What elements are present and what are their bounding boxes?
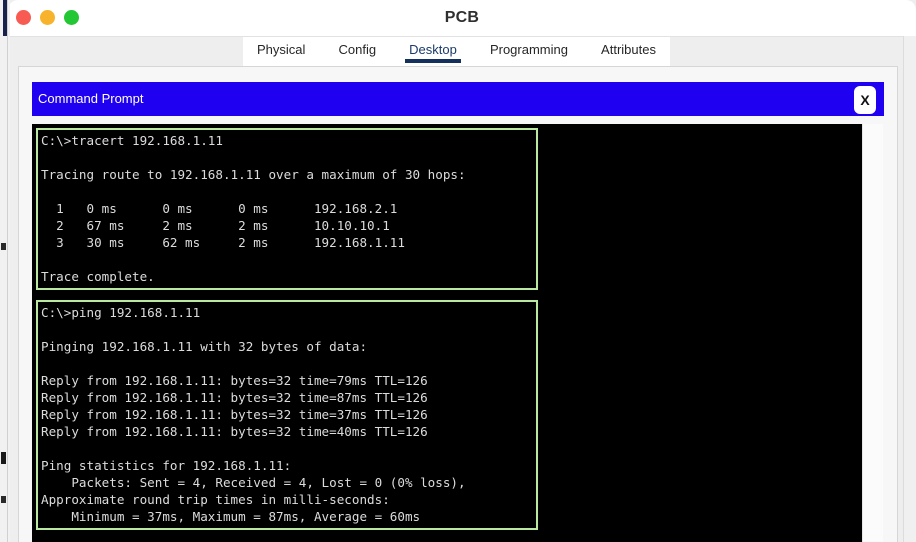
tab-config[interactable]: Config bbox=[333, 36, 383, 59]
tab-programming[interactable]: Programming bbox=[484, 36, 574, 59]
command-prompt-terminal[interactable]: C:\>tracert 192.168.1.11 Tracing route t… bbox=[32, 124, 862, 542]
tabbar: Physical Config Desktop Programming Attr… bbox=[8, 36, 916, 66]
tracert-output-block: C:\>tracert 192.168.1.11 Tracing route t… bbox=[36, 128, 538, 290]
command-prompt-titlebar: Command Prompt X bbox=[32, 82, 884, 116]
tab-physical[interactable]: Physical bbox=[251, 36, 311, 59]
close-icon[interactable]: X bbox=[854, 86, 876, 114]
tab-programming-label: Programming bbox=[489, 42, 568, 57]
application-window: PCB Physical Config Desktop Programming … bbox=[0, 0, 916, 542]
active-tab-indicator bbox=[405, 59, 461, 63]
edge-divider bbox=[7, 0, 8, 542]
edge-mark-1 bbox=[1, 243, 6, 250]
device-tabs: Physical Config Desktop Programming Attr… bbox=[243, 36, 670, 66]
tab-config-label: Config bbox=[338, 42, 377, 57]
window-titlebar: PCB bbox=[8, 0, 916, 37]
adjacent-window-edge bbox=[0, 0, 10, 542]
tab-physical-label: Physical bbox=[257, 42, 306, 57]
command-prompt-title: Command Prompt bbox=[38, 91, 144, 106]
tab-attributes-label: Attributes bbox=[601, 42, 656, 57]
ping-output-text: C:\>ping 192.168.1.11 Pinging 192.168.1.… bbox=[41, 305, 466, 524]
vertical-scrollbar[interactable] bbox=[903, 36, 916, 542]
tab-attributes[interactable]: Attributes bbox=[595, 36, 662, 59]
tracert-output-text: C:\>tracert 192.168.1.11 Tracing route t… bbox=[41, 133, 466, 284]
scrollbar-track[interactable] bbox=[907, 38, 913, 540]
ping-output-block: C:\>ping 192.168.1.11 Pinging 192.168.1.… bbox=[36, 300, 538, 530]
tab-desktop-label: Desktop bbox=[409, 42, 457, 57]
page-title: PCB bbox=[444, 9, 480, 26]
edge-mark-2 bbox=[1, 452, 6, 464]
edge-mark-3 bbox=[1, 496, 6, 503]
terminal-right-margin bbox=[862, 124, 883, 542]
tab-desktop[interactable]: Desktop bbox=[403, 36, 463, 63]
